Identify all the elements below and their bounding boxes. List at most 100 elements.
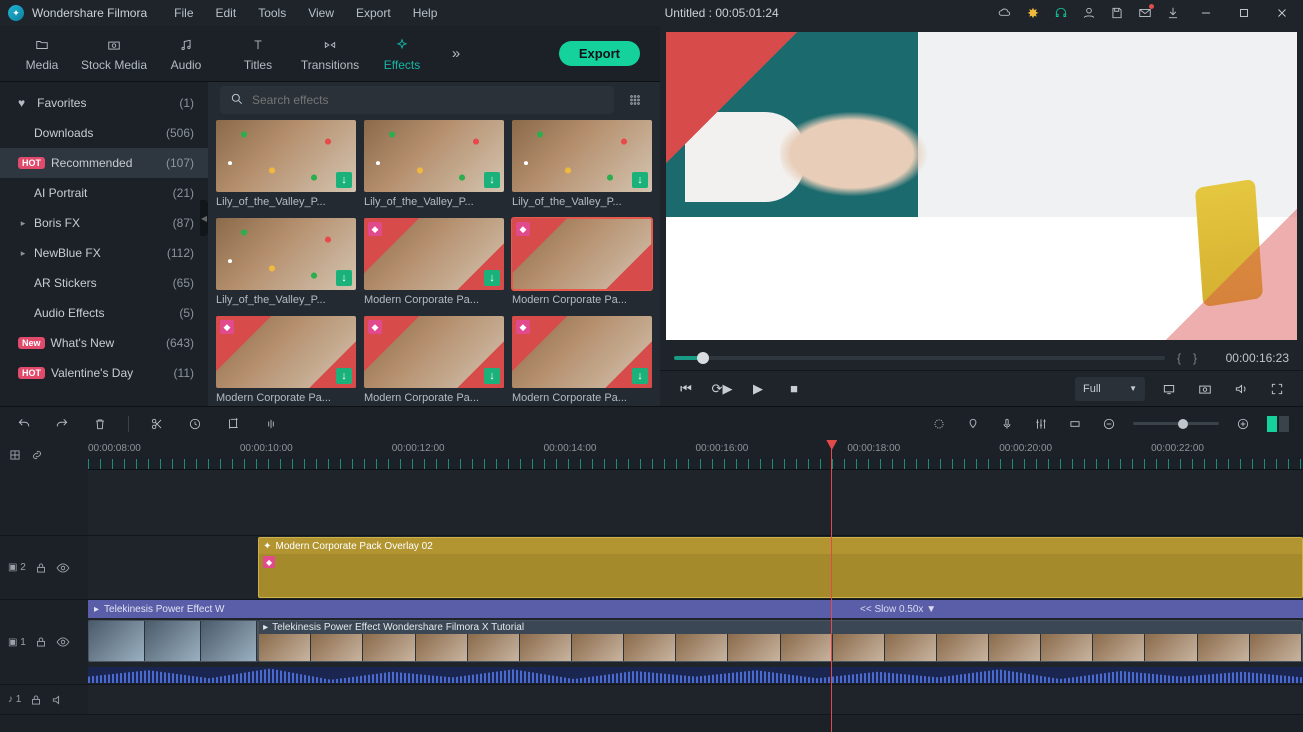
stop-button[interactable]: ■ — [782, 377, 806, 401]
speed-button[interactable] — [185, 414, 205, 434]
gallery-card[interactable]: ↓Lily_of_the_Valley_P... — [216, 218, 356, 306]
tab-overflow[interactable]: » — [438, 45, 474, 62]
zoom-in-button[interactable] — [1233, 414, 1253, 434]
cloud-icon[interactable] — [997, 5, 1013, 21]
preview-canvas[interactable] — [666, 32, 1297, 340]
gallery-card[interactable]: ↓Lily_of_the_Valley_P... — [364, 120, 504, 208]
clip-purple-bar[interactable]: ▸ Telekinesis Power Effect W << Slow 0.5… — [88, 600, 1303, 618]
gallery-card[interactable]: ↓Lily_of_the_Valley_P... — [216, 120, 356, 208]
render-button[interactable] — [929, 414, 949, 434]
grid-view-icon[interactable] — [622, 87, 648, 113]
gallery-thumb[interactable]: ↓ — [216, 218, 356, 290]
undo-button[interactable] — [14, 414, 34, 434]
tab-transitions[interactable]: Transitions — [294, 36, 366, 72]
clip-video-main[interactable]: ▸Telekinesis Power Effect Wondershare Fi… — [258, 620, 1303, 662]
search-box[interactable] — [220, 86, 614, 114]
gallery-thumb[interactable]: ◆↓ — [364, 218, 504, 290]
snapshot-icon[interactable] — [1193, 377, 1217, 401]
speaker-icon[interactable] — [51, 693, 65, 707]
audio-lane[interactable] — [88, 685, 1303, 714]
download-icon[interactable]: ↓ — [336, 368, 352, 384]
menu-view[interactable]: View — [299, 6, 343, 20]
voiceover-button[interactable] — [997, 414, 1017, 434]
gallery-card[interactable]: ◆↓Modern Corporate Pa... — [364, 218, 504, 306]
gallery-thumb[interactable]: ◆↓ — [216, 316, 356, 388]
tab-stock[interactable]: Stock Media — [78, 36, 150, 72]
gallery-card[interactable]: ◆↓Modern Corporate Pa... — [216, 316, 356, 404]
crop-button[interactable] — [223, 414, 243, 434]
sidebar-item-audio-effects[interactable]: Audio Effects(5) — [0, 298, 208, 328]
mark-out-icon[interactable]: } — [1193, 351, 1197, 365]
effect-lane[interactable]: ✦Modern Corporate Pack Overlay 02 ◆ — [88, 536, 1303, 599]
gallery-card[interactable]: ↓Lily_of_the_Valley_P... — [512, 120, 652, 208]
window-minimize[interactable] — [1193, 4, 1219, 22]
video-lane[interactable]: ▸ Telekinesis Power Effect W << Slow 0.5… — [88, 600, 1303, 684]
download-icon[interactable]: ↓ — [336, 270, 352, 286]
timeline-layout-toggle[interactable] — [1267, 416, 1289, 432]
gallery-thumb[interactable]: ◆↓ — [364, 316, 504, 388]
slow-indicator[interactable]: << Slow 0.50x ▼ — [860, 604, 936, 615]
scrubber-track[interactable] — [674, 356, 1165, 360]
export-button[interactable]: Export — [559, 41, 640, 66]
mark-in-icon[interactable]: { — [1177, 351, 1181, 365]
gallery-thumb[interactable]: ◆ — [512, 218, 652, 290]
sidebar-item-ai-portrait[interactable]: AI Portrait(21) — [0, 178, 208, 208]
time-ruler[interactable]: 00:00:08:0000:00:10:0000:00:12:0000:00:1… — [88, 440, 1303, 470]
user-icon[interactable] — [1081, 5, 1097, 21]
sidebar-collapse-handle[interactable]: ◀ — [200, 200, 208, 236]
quality-select[interactable]: Full▼ — [1075, 377, 1145, 401]
menu-help[interactable]: Help — [404, 6, 447, 20]
sidebar-item-ar-stickers[interactable]: AR Stickers(65) — [0, 268, 208, 298]
menu-tools[interactable]: Tools — [249, 6, 295, 20]
redo-button[interactable] — [52, 414, 72, 434]
zoom-thumb[interactable] — [1178, 419, 1188, 429]
gallery-thumb[interactable]: ↓ — [512, 120, 652, 192]
play-loop-button[interactable]: ⟳▶ — [710, 377, 734, 401]
lock-icon[interactable] — [34, 635, 48, 649]
headphones-icon[interactable] — [1053, 5, 1069, 21]
detach-preview-icon[interactable] — [1157, 377, 1181, 401]
download-icon[interactable]: ↓ — [632, 368, 648, 384]
mixer-button[interactable] — [1031, 414, 1051, 434]
audio-beat-button[interactable] — [261, 414, 281, 434]
manage-tracks-icon[interactable] — [8, 448, 22, 462]
save-icon[interactable] — [1109, 5, 1125, 21]
download-icon[interactable]: ↓ — [484, 368, 500, 384]
tab-media[interactable]: Media — [6, 36, 78, 72]
sidebar-item-valentine-s-day[interactable]: HOTValentine's Day(11) — [0, 358, 208, 388]
lock-icon[interactable] — [34, 561, 48, 575]
sun-icon[interactable]: ✸ — [1025, 5, 1041, 21]
clip-video-intro[interactable] — [88, 620, 258, 662]
menu-export[interactable]: Export — [347, 6, 400, 20]
snap-button[interactable] — [1065, 414, 1085, 434]
gallery-card[interactable]: ◆↓Modern Corporate Pa... — [512, 316, 652, 404]
delete-button[interactable] — [90, 414, 110, 434]
zoom-out-button[interactable] — [1099, 414, 1119, 434]
prev-frame-button[interactable]: ⏮ — [674, 377, 698, 401]
window-close[interactable] — [1269, 4, 1295, 22]
sidebar-item-downloads[interactable]: Downloads(506) — [0, 118, 208, 148]
tab-audio[interactable]: Audio — [150, 36, 222, 72]
gallery-thumb[interactable]: ↓ — [364, 120, 504, 192]
mail-icon[interactable] — [1137, 5, 1153, 21]
menu-file[interactable]: File — [165, 6, 202, 20]
sidebar-item-boris-fx[interactable]: ▸Boris FX(87) — [0, 208, 208, 238]
download-icon[interactable] — [1165, 5, 1181, 21]
clip-effect[interactable]: ✦Modern Corporate Pack Overlay 02 ◆ — [258, 537, 1303, 598]
search-input[interactable] — [252, 93, 604, 107]
gallery-thumb[interactable]: ◆↓ — [512, 316, 652, 388]
gallery-card[interactable]: ◆↓Modern Corporate Pa... — [364, 316, 504, 404]
window-maximize[interactable] — [1231, 4, 1257, 22]
eye-icon[interactable] — [56, 561, 70, 575]
tab-titles[interactable]: Titles — [222, 36, 294, 72]
gallery-thumb[interactable]: ↓ — [216, 120, 356, 192]
split-button[interactable] — [147, 414, 167, 434]
link-icon[interactable] — [30, 448, 44, 462]
scrubber-thumb[interactable] — [697, 352, 709, 364]
download-icon[interactable]: ↓ — [632, 172, 648, 188]
playhead[interactable] — [831, 440, 832, 732]
gallery-card[interactable]: ◆Modern Corporate Pa... — [512, 218, 652, 306]
sidebar-item-favorites[interactable]: ♥Favorites(1) — [0, 88, 208, 118]
empty-lane[interactable] — [88, 470, 1303, 535]
zoom-slider[interactable] — [1133, 422, 1219, 425]
